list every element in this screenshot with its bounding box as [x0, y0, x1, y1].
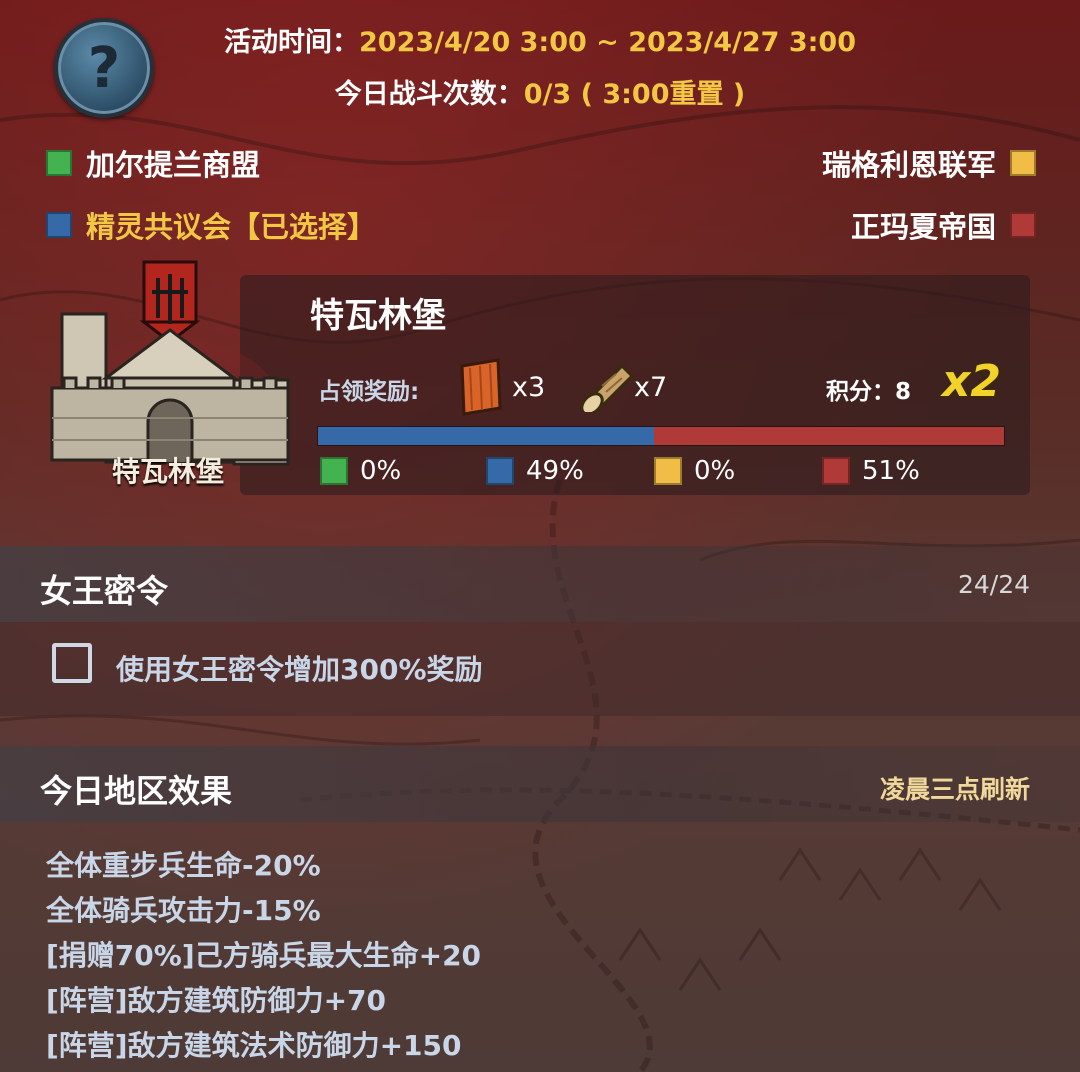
- region-effect-item: [捐赠70%]己方骑兵最大生命+20: [46, 939, 482, 972]
- battle-count: 今日战斗次数：0/3 ( 3:00重置 ): [0, 72, 1080, 111]
- faction-color-swatch: [486, 457, 514, 485]
- faction-color-swatch: [46, 212, 72, 238]
- queen-order-checkbox-label[interactable]: 使用女王密令增加300%奖励: [116, 648, 483, 688]
- reward-count: x7: [634, 372, 668, 403]
- percent-value: 0%: [694, 456, 736, 486]
- region-effect-item: [阵营]敌方建筑防御力+70: [46, 984, 387, 1017]
- control-percent-red: 51%: [822, 456, 920, 486]
- faction-color-swatch: [1010, 150, 1036, 176]
- faction-legend-red: 正玛夏帝国: [851, 204, 1036, 246]
- castle-title: 特瓦林堡: [310, 296, 446, 336]
- control-progress-bar: [317, 426, 1005, 446]
- faction-name: 精灵共议会【已选择】: [86, 210, 377, 244]
- faction-color-swatch: [1010, 212, 1036, 238]
- reward-label: 占领奖励:: [318, 379, 420, 405]
- faction-color-swatch: [654, 457, 682, 485]
- region-effect-item: 全体骑兵攻击力-15%: [46, 894, 321, 927]
- faction-color-swatch: [320, 457, 348, 485]
- faction-legend-blue: 精灵共议会【已选择】: [46, 204, 376, 246]
- control-percent-yellow: 0%: [654, 456, 735, 486]
- castle-caption: 特瓦林堡: [112, 455, 225, 488]
- region-effect-item: [阵营]敌方建筑法术防御力+150: [46, 1029, 462, 1062]
- control-bar-segment-red: [654, 427, 1004, 445]
- region-effect-item: 全体重步兵生命-20%: [46, 849, 321, 882]
- control-bar-segment-blue: [318, 427, 655, 445]
- faction-legend-yellow: 瑞格利恩联军: [822, 142, 1036, 184]
- faction-name: 正玛夏帝国: [850, 210, 996, 244]
- event-time-value: 2023/4/20 3:00 ~ 2023/4/27 3:00: [359, 27, 856, 58]
- score-label: 积分：8: [826, 379, 912, 405]
- log-icon: [580, 363, 634, 412]
- queen-order-title: 女王密令: [40, 572, 169, 610]
- queen-order-count: 24/24: [957, 570, 1030, 599]
- percent-value: 49%: [526, 456, 584, 486]
- reward-count: x3: [512, 372, 546, 403]
- faction-color-swatch: [46, 150, 72, 176]
- wood-plank-icon: [460, 358, 502, 416]
- score-multiplier: x2: [942, 356, 1001, 407]
- region-effects-refresh-note: 凌晨三点刷新: [879, 775, 1030, 804]
- region-effects-list: 全体重步兵生命-20% 全体骑兵攻击力-15% [捐赠70%]己方骑兵最大生命+…: [46, 843, 481, 1068]
- faction-legend-green: 加尔提兰商盟: [46, 142, 260, 184]
- battle-count-label: 今日战斗次数：: [334, 79, 524, 110]
- event-time-label: 活动时间：: [224, 27, 359, 58]
- battle-count-value: 0/3 ( 3:00重置 ): [523, 79, 746, 110]
- percent-value: 0%: [360, 456, 402, 486]
- control-percent-green: 0%: [320, 456, 401, 486]
- faction-name: 加尔提兰商盟: [86, 148, 261, 182]
- faction-color-swatch: [822, 457, 850, 485]
- region-effects-title: 今日地区效果: [40, 772, 233, 810]
- queen-order-checkbox[interactable]: [52, 643, 92, 683]
- percent-value: 51%: [862, 456, 920, 486]
- faction-name: 瑞格利恩联军: [821, 148, 996, 182]
- control-percent-blue: 49%: [486, 456, 584, 486]
- event-time: 活动时间：2023/4/20 3:00 ~ 2023/4/27 3:00: [0, 20, 1080, 59]
